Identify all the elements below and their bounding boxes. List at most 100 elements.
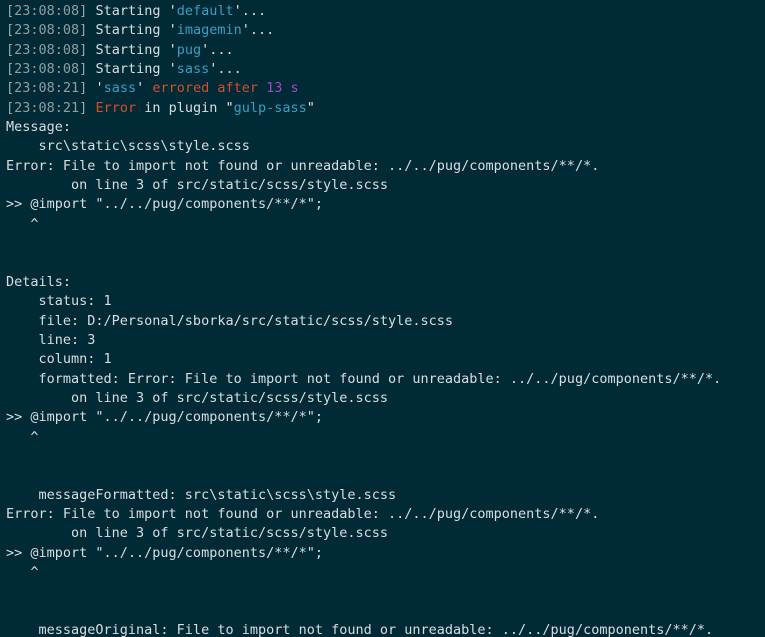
terminal-text-segment: '	[168, 41, 177, 58]
terminal-text-segment: [	[6, 80, 15, 97]
terminal-line: ^	[6, 215, 765, 234]
terminal-line: ^	[6, 563, 765, 582]
terminal-text-segment: in plugin	[136, 99, 226, 116]
terminal-line: [23:08:21] 'sass' errored after 13 s	[6, 79, 765, 98]
terminal-text-segment: [	[6, 22, 15, 39]
terminal-text-segment: Starting	[95, 3, 169, 19]
terminal-text-segment: file: D:/Personal/sborka/src/static/scss…	[6, 312, 454, 329]
terminal-text-segment: pug	[176, 41, 202, 58]
terminal-text-segment: on line 3 of src/static/scss/style.scss	[6, 389, 389, 406]
terminal-text-segment: messageOriginal: File to import not foun…	[6, 622, 714, 637]
terminal-text-segment: >> @import "../../pug/components/**/*";	[6, 544, 323, 561]
terminal-text-segment: ^	[6, 428, 39, 445]
terminal-line: formatted: Error: File to import not fou…	[6, 370, 765, 389]
terminal-text-segment: ...	[249, 22, 275, 39]
terminal-line: Details:	[6, 273, 765, 292]
terminal-line: [23:08:08] Starting 'imagemin'...	[6, 21, 765, 40]
terminal-text-segment: on line 3 of src/static/scss/style.scss	[6, 525, 389, 542]
terminal-text-segment: on line 3 of src/static/scss/style.scss	[6, 177, 389, 194]
terminal-text-segment: Error	[95, 99, 137, 116]
terminal-line: on line 3 of src/static/scss/style.scss	[6, 389, 765, 408]
terminal-text-segment: '	[136, 80, 145, 97]
terminal-text-segment: 23:08:21	[14, 80, 80, 97]
terminal-text-segment: 13 s	[266, 80, 299, 97]
terminal-text-segment: '	[241, 22, 250, 39]
terminal-line: [23:08:08] Starting 'pug'...	[6, 41, 765, 60]
terminal-line: >> @import "../../pug/components/**/*";	[6, 408, 765, 427]
terminal-line: [23:08:08] Starting 'default'...	[6, 2, 765, 21]
terminal-text-segment: ]	[79, 99, 96, 116]
terminal-line: >> @import "../../pug/components/**/*";	[6, 195, 765, 214]
terminal-text-segment: ...	[241, 3, 267, 19]
terminal-line: on line 3 of src/static/scss/style.scss	[6, 176, 765, 195]
terminal-text-segment: Message:	[6, 119, 72, 136]
terminal-text-segment: '	[168, 3, 177, 19]
terminal-text-segment: '	[233, 3, 242, 19]
terminal-line: status: 1	[6, 292, 765, 311]
terminal-text-segment: ]	[79, 61, 96, 78]
terminal-text-segment: column: 1	[6, 351, 112, 368]
terminal-text-segment: Details:	[6, 273, 72, 290]
terminal-line: column: 1	[6, 350, 765, 369]
terminal-text-segment: status: 1	[6, 293, 112, 310]
terminal-line: ^	[6, 428, 765, 447]
terminal-text-segment: ]	[79, 22, 96, 39]
terminal-line: [23:08:21] Error in plugin "gulp-sass"	[6, 99, 765, 118]
terminal-text-segment: >> @import "../../pug/components/**/*";	[6, 409, 323, 426]
terminal-text-segment: '	[168, 61, 177, 78]
terminal-text-segment: [	[6, 41, 15, 58]
terminal-line: Message:	[6, 118, 765, 137]
terminal-text-segment: 23:08:08	[14, 3, 80, 19]
terminal-text-segment: ...	[209, 41, 234, 58]
terminal-text-segment: 23:08:21	[14, 99, 80, 116]
terminal-text-segment: sass	[103, 80, 137, 97]
terminal-line: line: 3	[6, 331, 765, 350]
terminal-text-segment: errored after	[144, 80, 267, 97]
terminal-text-segment: '	[168, 22, 177, 39]
terminal-text-segment: [	[6, 3, 15, 19]
terminal-text-segment: ...	[217, 61, 242, 78]
terminal-text-segment: Starting	[95, 22, 169, 39]
terminal-text-segment: "	[306, 99, 315, 116]
terminal-text-segment: 23:08:08	[14, 22, 80, 39]
terminal-text-segment: 23:08:08	[14, 41, 80, 58]
terminal-text-segment: messageFormatted: src\static\scss\style.…	[6, 486, 397, 503]
terminal-text-segment: Starting	[95, 41, 169, 58]
terminal-line: Error: File to import not found or unrea…	[6, 505, 765, 524]
terminal-line: on line 3 of src/static/scss/style.scss	[6, 524, 765, 543]
terminal-text-segment: [	[6, 99, 15, 116]
terminal-text-segment: gulp-sass	[233, 99, 307, 116]
terminal-text-segment: Starting	[95, 61, 169, 78]
terminal-text-segment: ^	[6, 563, 39, 580]
terminal-line: messageFormatted: src\static\scss\style.…	[6, 486, 765, 505]
terminal-text-segment: >> @import "../../pug/components/**/*";	[6, 196, 323, 213]
terminal-text-segment: default	[176, 3, 234, 19]
terminal-text-segment: formatted: Error: File to import not fou…	[6, 370, 722, 387]
terminal-output[interactable]: [23:08:08] Starting 'default'... [23:08:0…	[0, 0, 765, 637]
terminal-text-segment: imagemin	[176, 22, 242, 39]
terminal-text-segment: line: 3	[6, 331, 96, 348]
terminal-line: Error: File to import not found or unrea…	[6, 157, 765, 176]
terminal-line: messageOriginal: File to import not foun…	[6, 621, 765, 637]
terminal-text-segment: src\static\scss\style.scss	[6, 138, 250, 155]
terminal-text-segment: [	[6, 61, 15, 78]
terminal-line: [23:08:08] Starting 'sass'...	[6, 60, 765, 79]
terminal-text-segment: ]	[79, 41, 96, 58]
terminal-line: >> @import "../../pug/components/**/*";	[6, 544, 765, 563]
terminal-text-segment: ^	[6, 215, 39, 232]
terminal-line: src\static\scss\style.scss	[6, 137, 765, 156]
terminal-line: file: D:/Personal/sborka/src/static/scss…	[6, 312, 765, 331]
terminal-text-segment: Error: File to import not found or unrea…	[6, 157, 600, 174]
terminal-text-segment: ]	[79, 3, 96, 19]
terminal-text-segment: sass	[176, 61, 210, 78]
terminal-text-segment: 23:08:08	[14, 61, 80, 78]
terminal-text-segment: Error: File to import not found or unrea…	[6, 505, 600, 522]
terminal-text-segment: "	[225, 99, 234, 116]
terminal-text-segment: ]	[79, 80, 96, 97]
